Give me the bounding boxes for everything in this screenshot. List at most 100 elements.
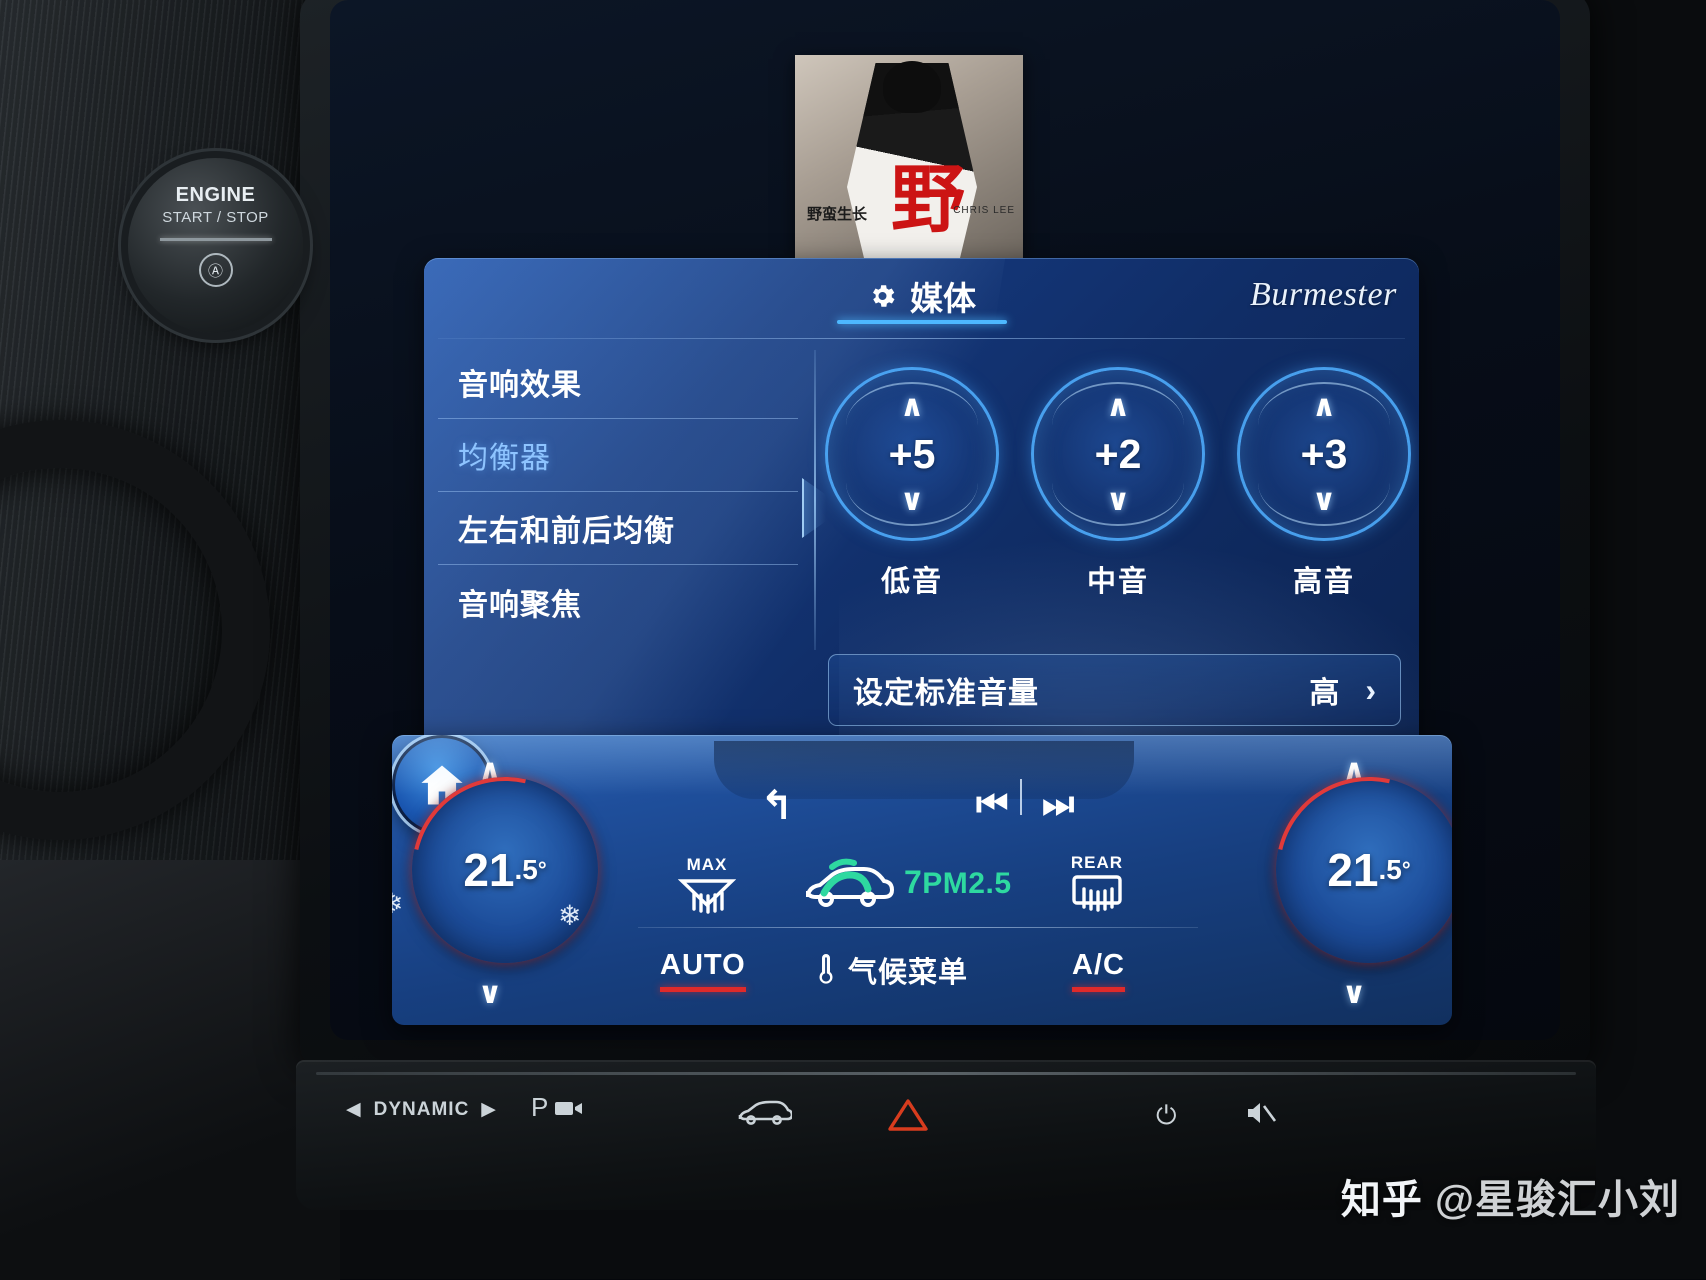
standard-volume-row[interactable]: 设定标准音量 高 › (828, 654, 1401, 726)
mute-button[interactable] (1246, 1100, 1277, 1133)
watermark-handle: @星骏汇小刘 (1434, 1178, 1680, 1222)
album-artist: CHRIS LEE (953, 205, 1015, 216)
back-button[interactable]: ↰ (760, 783, 794, 829)
header-divider (438, 338, 1405, 339)
chevron-down-icon[interactable]: ∨ (1034, 486, 1202, 516)
watermark: 知乎 @星骏汇小刘 (1341, 1167, 1680, 1225)
camera-icon (555, 1101, 583, 1115)
gear-icon (872, 285, 894, 307)
previous-track-button[interactable]: ⏮ (976, 783, 1008, 826)
bass-knob[interactable]: ∧ +5 ∨ (828, 370, 996, 538)
climate-button-row: AUTO 气候菜单 A/C (638, 927, 1198, 1001)
pm25-label: PM2.5 (922, 866, 1012, 900)
dynamic-label: DYNAMIC (373, 1098, 470, 1120)
driver-temp-unit: ° (537, 857, 547, 882)
climate-control-bar: ↰ ⏮ ⏭ ∧ 21.5° ∨ ❄ ❄ ∧ 21.5° ∨ MAX (392, 735, 1452, 1025)
ac-button[interactable]: A/C (1072, 949, 1125, 992)
mid-label: 中音 (1086, 566, 1149, 598)
thermometer-icon (819, 954, 833, 984)
passenger-temperature-value: 21.5 ° (1276, 777, 1452, 963)
ac-label: A/C (1072, 949, 1125, 981)
rear-defrost-button[interactable]: REAR (1060, 853, 1134, 922)
passenger-temperature-dial[interactable]: ∧ 21.5 ° ∨ (1240, 741, 1452, 1010)
menu-item-label: 均衡器 (458, 442, 551, 475)
chevron-down-icon[interactable]: ∨ (828, 486, 996, 516)
park-label: P (531, 1092, 549, 1122)
air-quality-indicator[interactable]: 7PM2.5 (802, 857, 1012, 907)
bass-label: 低音 (880, 566, 943, 598)
hazard-icon (888, 1099, 928, 1131)
auto-button[interactable]: AUTO (660, 949, 746, 992)
climate-menu-label: 气候菜单 (848, 957, 969, 989)
chevron-right-icon[interactable]: ▶ (481, 1098, 497, 1121)
chevron-down-icon[interactable]: ∨ (1240, 486, 1408, 516)
chevron-down-icon[interactable]: ∨ (1254, 976, 1452, 1011)
mid-knob[interactable]: ∧ +2 ∨ (1034, 370, 1202, 538)
album-art[interactable]: 野 野蛮生长 CHRIS LEE (795, 55, 1023, 260)
rear-defrost-icon (1072, 875, 1122, 912)
driver-temp-frac: .5 (514, 854, 538, 885)
menu-item-label: 音响聚焦 (458, 588, 582, 622)
treble-knob[interactable]: ∧ +3 ∨ (1240, 370, 1408, 538)
engine-label-line2: START / STOP (162, 209, 269, 226)
menu-content-divider (802, 350, 826, 650)
media-settings-panel: 媒体 Burmester 音响效果 均衡器 左右和前后均衡 音响聚焦 ∧ +5 (424, 258, 1419, 750)
treble-label: 高音 (1292, 566, 1355, 598)
chevron-left-icon[interactable]: ◀ (346, 1098, 362, 1121)
next-track-button[interactable]: ⏭ (1042, 783, 1074, 826)
driver-temperature-dial[interactable]: ∧ 21.5° ∨ ❄ ❄ (392, 741, 634, 1010)
auto-active-underline (660, 987, 746, 992)
chevron-up-icon[interactable]: ∧ (828, 392, 996, 422)
vehicle-settings-button[interactable] (736, 1098, 794, 1133)
power-button[interactable]: ⏻ (1156, 1100, 1177, 1132)
engine-start-stop-button[interactable]: ENGINE START / STOP Ⓐ (128, 158, 303, 333)
menu-item-label: 左右和前后均衡 (458, 515, 675, 548)
fan-increase-icon[interactable]: ❄ (558, 899, 581, 932)
driver-temp-whole: 21 (463, 844, 515, 896)
climate-menu-button[interactable]: 气候菜单 (816, 949, 968, 991)
equalizer-treble: ∧ +3 ∨ 高音 (1240, 370, 1408, 600)
equalizer-knobs: ∧ +5 ∨ 低音 ∧ +2 ∨ 中音 ∧ +3 ∨ 高音 (828, 370, 1408, 600)
hazard-lights-button[interactable] (886, 1096, 930, 1139)
chevron-right-icon[interactable]: › (1365, 672, 1376, 709)
footwell (0, 860, 340, 1280)
chevron-up-icon[interactable]: ∧ (1240, 392, 1408, 422)
max-defrost-button[interactable]: MAX (670, 855, 744, 924)
auto-label: AUTO (660, 949, 746, 981)
trim-line (316, 1072, 1576, 1075)
driver-temperature-value: 21.5 ° (412, 777, 598, 963)
menu-item-label: 音响效果 (458, 369, 582, 402)
menu-item-balance-fader[interactable]: 左右和前后均衡 (438, 492, 798, 565)
passenger-temp-unit: ° (1401, 857, 1411, 882)
watermark-site: 知乎 (1340, 1178, 1423, 1222)
album-big-character: 野 (891, 157, 965, 243)
passenger-temp-frac: .5 (1378, 854, 1402, 885)
divider-selection-notch (802, 478, 826, 538)
menu-item-sound-focus[interactable]: 音响聚焦 (438, 565, 798, 638)
fan-decrease-icon[interactable]: ❄ (392, 887, 403, 920)
auto-stop-icon: Ⓐ (198, 253, 233, 287)
climate-row-divider (638, 927, 1198, 928)
parking-camera-button[interactable]: P (531, 1092, 584, 1123)
front-defrost-icon (677, 879, 737, 914)
menu-item-equalizer[interactable]: 均衡器 (438, 419, 798, 492)
album-figure-hair (883, 61, 941, 113)
settings-menu: 音响效果 均衡器 左右和前后均衡 音响聚焦 (438, 346, 798, 638)
car-icon (738, 1100, 794, 1125)
nav-separator (1020, 779, 1022, 815)
equalizer-bass: ∧ +5 ∨ 低音 (828, 370, 996, 600)
passenger-temp-whole: 21 (1327, 844, 1379, 896)
mute-icon (1248, 1103, 1277, 1123)
menu-item-sound-effects[interactable]: 音响效果 (438, 346, 798, 419)
dynamic-select-control[interactable]: ◀ DYNAMIC ▶ (346, 1098, 497, 1121)
car-airflow-icon (806, 858, 894, 907)
page-title-underline (836, 320, 1007, 324)
rear-defrost-label: REAR (1070, 853, 1124, 872)
album-title: 野蛮生长 (807, 206, 868, 223)
pm25-value: 7 (904, 863, 923, 900)
page-title-text: 媒体 (910, 280, 976, 317)
ac-active-underline (1072, 987, 1125, 992)
engine-label-line1: ENGINE (175, 184, 256, 206)
chevron-down-icon[interactable]: ∨ (392, 976, 590, 1011)
chevron-up-icon[interactable]: ∧ (1034, 392, 1202, 422)
